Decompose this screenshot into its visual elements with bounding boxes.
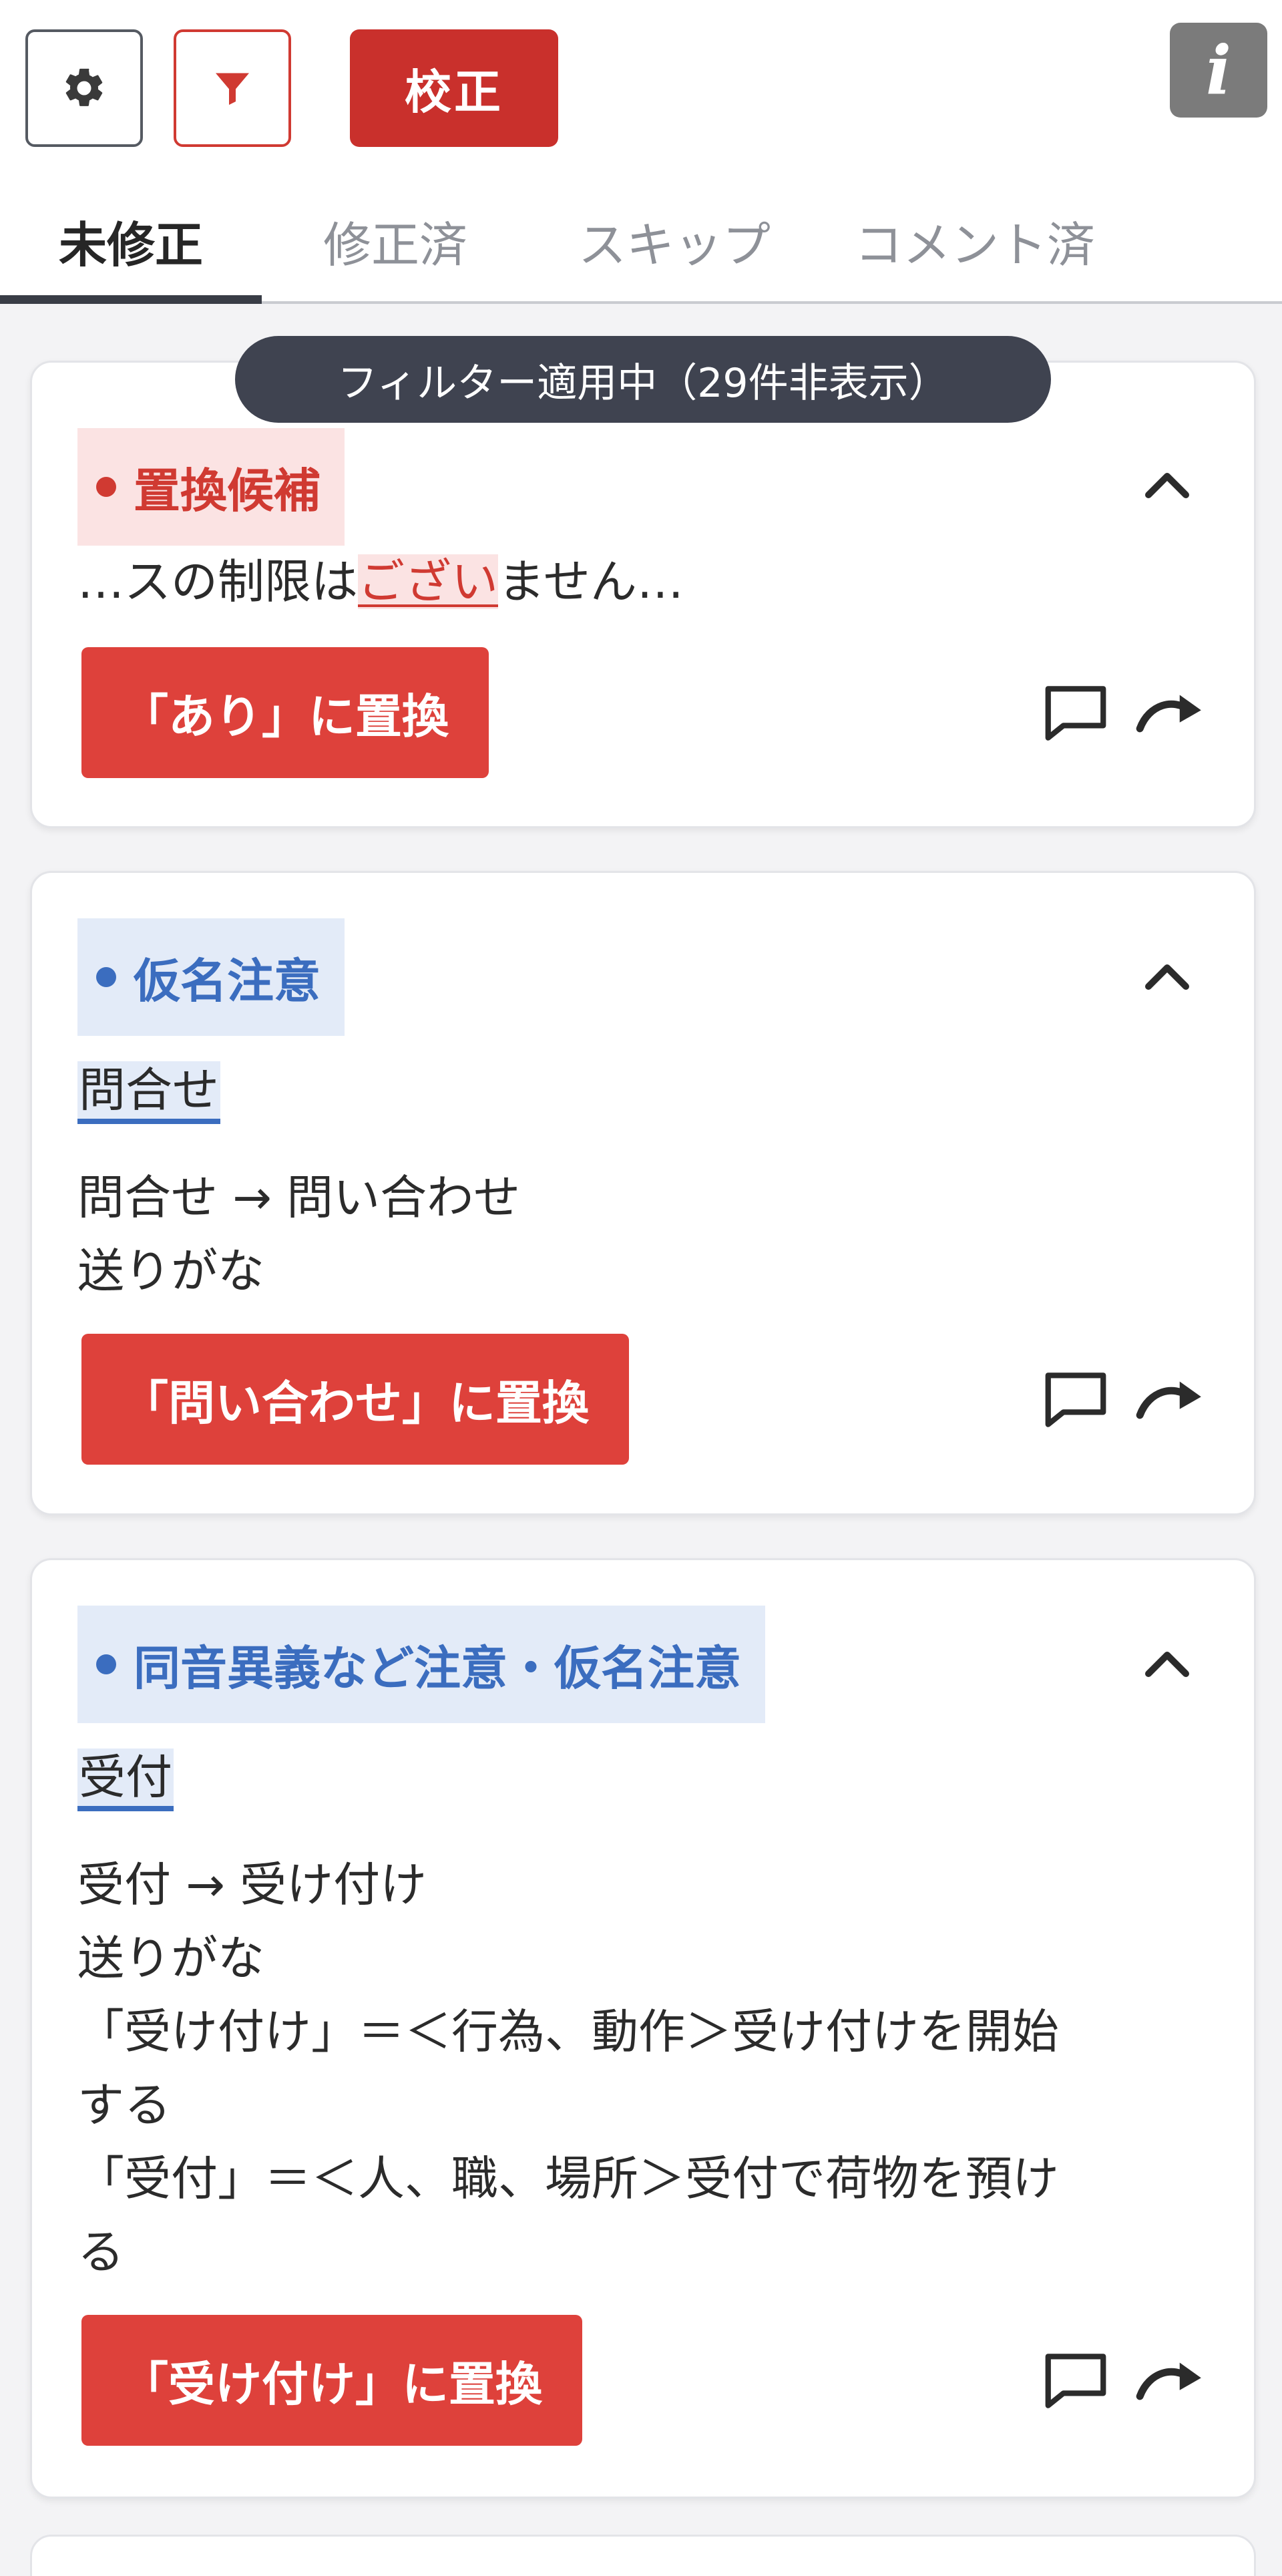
top-toolbar: 校正 i 未修正 修正済 スキップ コメント済	[0, 0, 1282, 304]
suggestion-card: 置換候補 …スの制限はございません… 「あり」に置換	[30, 361, 1256, 828]
filter-status-banner: フィルター適用中（29件非表示）	[235, 336, 1051, 423]
replace-button[interactable]: 「受け付け」に置換	[81, 2315, 582, 2446]
info-button[interactable]: i	[1170, 23, 1267, 118]
filter-button[interactable]	[174, 29, 291, 147]
comment-icon[interactable]	[1039, 1363, 1112, 1437]
suggestion-tag: 同音異義など注意・仮名注意	[77, 1606, 765, 1723]
tab-skipped[interactable]: スキップ	[534, 180, 815, 301]
detail-line: 問合せ → 問い合わせ	[77, 1170, 521, 1225]
detail-line: 送りがな	[77, 1244, 264, 1298]
suggestion-tag: 仮名注意	[77, 918, 345, 1036]
detail-line: 「受付」＝＜人、職、場所＞受付で荷物を預け	[77, 2151, 1059, 2206]
detail-line: 送りがな	[77, 1931, 264, 1986]
context-before: …スの制限は	[77, 554, 358, 609]
suggestion-card-partial	[30, 2535, 1256, 2576]
replace-button[interactable]: 「あり」に置換	[81, 647, 489, 778]
chevron-up-icon[interactable]	[1140, 954, 1194, 994]
flagged-word: ござい	[358, 554, 498, 609]
skip-icon[interactable]	[1134, 1363, 1207, 1437]
suggestion-card: 仮名注意 問合せ 問合せ → 問い合わせ 送りがな 「問い合わせ」に置換	[30, 871, 1256, 1515]
tag-label: 同音異義など注意・仮名注意	[134, 1640, 741, 1696]
detail-line: る	[77, 2225, 124, 2279]
detail-line: 受付 → 受け付け	[77, 1857, 427, 1912]
suggestion-card: 同音異義など注意・仮名注意 受付 受付 → 受け付け 送りがな 「受け付け」＝＜…	[30, 1558, 1256, 2499]
tag-dot	[96, 1654, 116, 1674]
tag-dot	[96, 967, 116, 987]
suggestion-tag: 置換候補	[77, 428, 345, 546]
filter-icon	[216, 73, 249, 105]
tab-fixed[interactable]: 修正済	[262, 180, 529, 301]
comment-icon[interactable]	[1039, 677, 1112, 750]
comment-icon[interactable]	[1039, 2344, 1112, 2418]
context-text: …スの制限はございません…	[77, 544, 684, 612]
gear-icon	[65, 68, 103, 106]
chevron-up-icon[interactable]	[1140, 463, 1194, 503]
proofread-button[interactable]: 校正	[350, 29, 558, 147]
detail-line: 「受け付け」＝＜行為、動作＞受け付けを開始	[77, 2004, 1059, 2059]
detail-line: する	[77, 2078, 171, 2133]
status-tabs: 未修正 修正済 スキップ コメント済	[0, 180, 1282, 304]
info-icon: i	[1206, 31, 1231, 110]
replace-button[interactable]: 「問い合わせ」に置換	[81, 1334, 629, 1465]
chevron-up-icon[interactable]	[1140, 1642, 1194, 1682]
context-after: ません…	[498, 554, 684, 609]
flagged-word: 受付	[77, 1749, 174, 1811]
tag-label: 置換候補	[134, 463, 320, 518]
skip-icon[interactable]	[1134, 2344, 1207, 2418]
flagged-word: 問合せ	[77, 1061, 220, 1124]
active-tab-indicator	[0, 295, 262, 304]
settings-button[interactable]	[25, 29, 143, 147]
skip-icon[interactable]	[1134, 677, 1207, 750]
tab-commented[interactable]: コメント済	[828, 180, 1122, 301]
tab-unfixed[interactable]: 未修正	[0, 180, 262, 301]
tag-label: 仮名注意	[134, 953, 320, 1008]
tag-dot	[96, 477, 116, 497]
